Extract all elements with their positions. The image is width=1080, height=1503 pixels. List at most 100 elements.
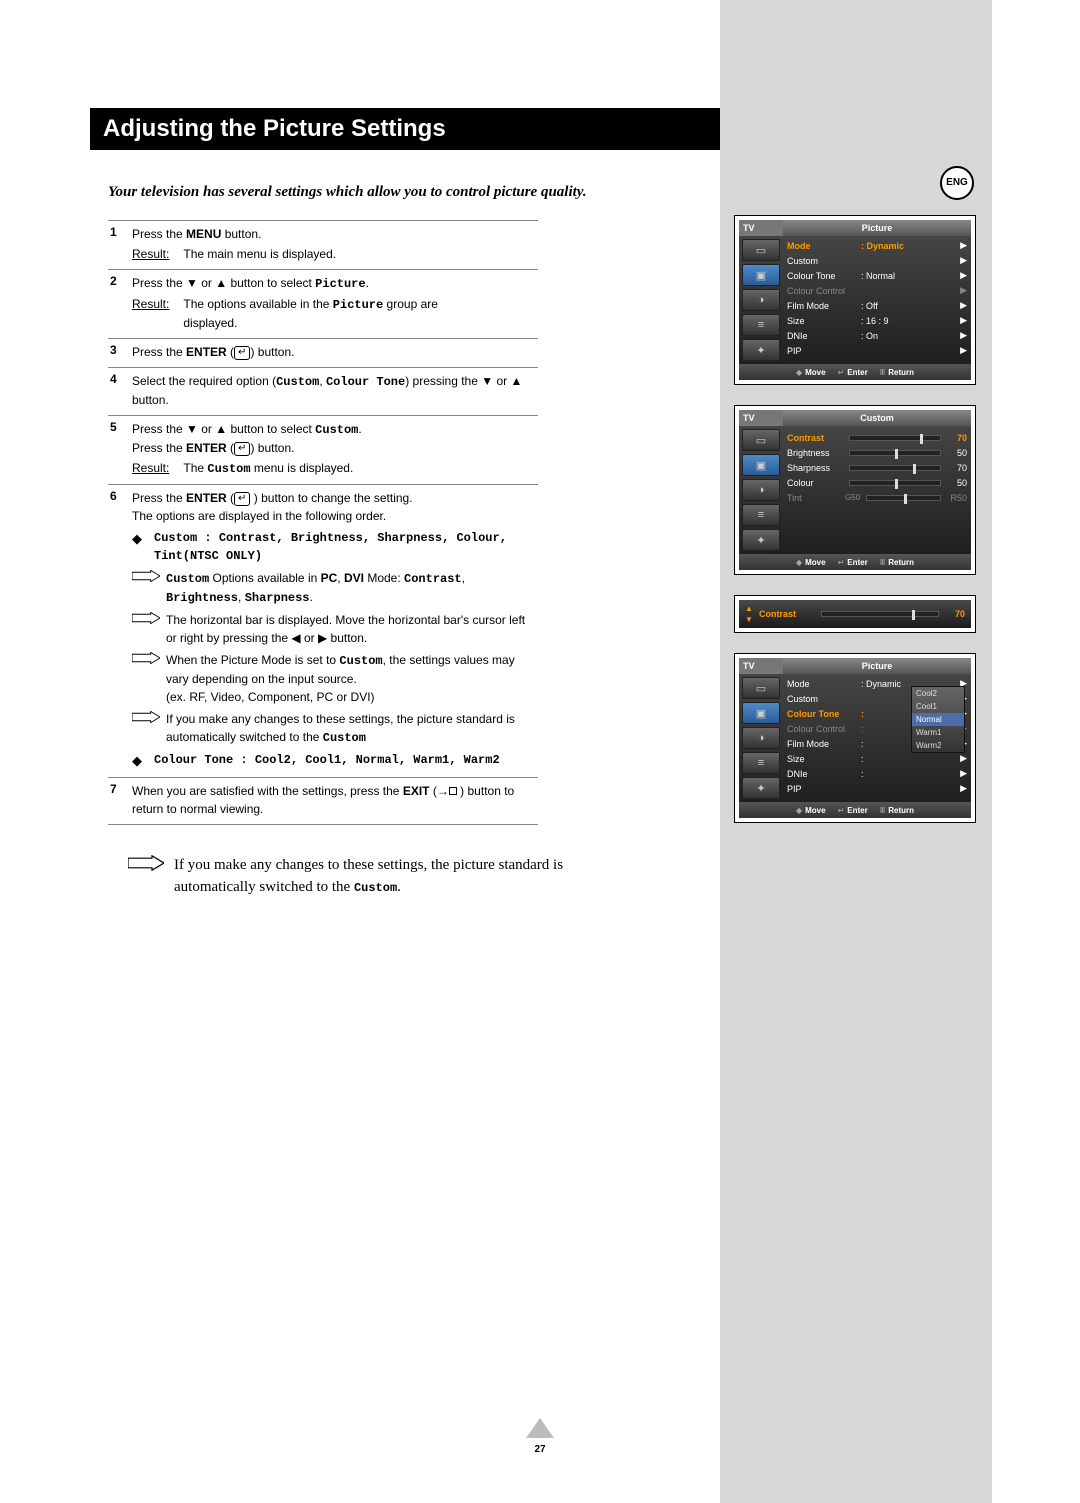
- osd-row: PIP▶: [787, 343, 967, 358]
- pointer-icon: [128, 855, 164, 871]
- page-number-triangle-icon: [526, 1418, 554, 1438]
- osd-picture-icon: ▣: [742, 264, 780, 286]
- osd-slider: Sharpness70: [787, 460, 967, 475]
- step-row: 1 Press the MENU button. Result:The main…: [108, 220, 538, 269]
- page-title: Adjusting the Picture Settings: [90, 108, 720, 150]
- step-number: 7: [108, 782, 132, 818]
- osd-row: Mode: Dynamic▶: [787, 238, 967, 253]
- osd-tv-label: TV: [739, 658, 783, 674]
- osd-slider: Brightness50: [787, 445, 967, 460]
- mini-slider-value: 70: [943, 609, 965, 619]
- osd-footer-enter: Enter: [838, 558, 868, 567]
- step-row: 2 Press the ▼ or ▲ button to select Pict…: [108, 269, 538, 338]
- osd-tv-label: TV: [739, 220, 783, 236]
- dropdown-option: Warm2: [912, 739, 964, 752]
- osd-row: Custom▶: [787, 253, 967, 268]
- pointer-icon: [132, 711, 160, 723]
- osd-input-icon: ▭: [742, 429, 780, 451]
- bullet-colour-tone: ◆ Colour Tone : Cool2, Cool1, Normal, Wa…: [132, 751, 538, 771]
- bullet-custom-options: ◆ Custom : Contrast, Brightness, Sharpne…: [132, 529, 538, 565]
- step-body: Select the required option (Custom, Colo…: [132, 372, 538, 409]
- intro-text: Your television has several settings whi…: [108, 182, 702, 202]
- page-number: 27: [534, 1444, 545, 1455]
- step-number: 4: [108, 372, 132, 409]
- steps-list: 1 Press the MENU button. Result:The main…: [108, 220, 538, 825]
- pointer-icon: [132, 652, 160, 664]
- osd-row: Colour Tone: Normal▶: [787, 268, 967, 283]
- osd-sound-icon: ◑: [742, 289, 780, 311]
- osd-footer-move: Move: [796, 806, 826, 815]
- osd-row: PIP▶: [787, 781, 967, 796]
- note-horizontal-bar: The horizontal bar is displayed. Move th…: [132, 611, 538, 647]
- step-row: 7 When you are satisfied with the settin…: [108, 777, 538, 825]
- osd-row: DNIe:▶: [787, 766, 967, 781]
- step-number: 2: [108, 274, 132, 332]
- osd-row: Size:▶: [787, 751, 967, 766]
- diamond-icon: ◆: [132, 529, 154, 565]
- step-body: Press the MENU button. Result:The main m…: [132, 225, 538, 263]
- osd-footer-move: Move: [796, 558, 826, 567]
- enter-icon: ↵: [234, 346, 250, 360]
- osd-setup-icon: ✦: [742, 339, 780, 361]
- osd-input-icon: ▭: [742, 239, 780, 261]
- osd-channel-icon: ≡: [742, 314, 780, 336]
- osd-picture-menu: TV Picture ▭ ▣ ◑ ≡ ✦ Mode: Dynamic▶Custo…: [734, 215, 976, 385]
- dropdown-option: Warm1: [912, 726, 964, 739]
- osd-tv-label: TV: [739, 410, 783, 426]
- right-decorative-bar: ENG TV Picture ▭ ▣ ◑ ≡ ✦ Mode: Dynamic▶: [720, 0, 992, 1503]
- step-body: Press the ▼ or ▲ button to select Pictur…: [132, 274, 538, 332]
- step-body: Press the ENTER (↵ ) button to change th…: [132, 489, 538, 771]
- osd-sound-icon: ◑: [742, 727, 780, 749]
- osd-row: Film Mode: Off▶: [787, 298, 967, 313]
- osd-footer-move: Move: [796, 368, 826, 377]
- osd-row: DNIe: On▶: [787, 328, 967, 343]
- osd-picture-dropdown: TV Picture ▭ ▣ ◑ ≡ ✦ Mode: Dynamic▶Custo…: [734, 653, 976, 823]
- step-number: 6: [108, 489, 132, 771]
- step-row: 6 Press the ENTER (↵ ) button to change …: [108, 484, 538, 777]
- diamond-icon: ◆: [132, 751, 154, 771]
- osd-picture-icon: ▣: [742, 454, 780, 476]
- osd-footer-enter: Enter: [838, 806, 868, 815]
- osd-title: Picture: [783, 220, 971, 236]
- step-row: 5 Press the ▼ or ▲ button to select Cust…: [108, 415, 538, 484]
- osd-mini-contrast: ▲ ▼ Contrast 70: [734, 595, 976, 633]
- page-footer: 27: [0, 1418, 1080, 1441]
- osd-setup-icon: ✦: [742, 529, 780, 551]
- pointer-icon: [132, 570, 160, 582]
- osd-picture-icon: ▣: [742, 702, 780, 724]
- dropdown-option: Cool1: [912, 700, 964, 713]
- osd-custom-menu: TV Custom ▭ ▣ ◑ ≡ ✦ Contrast70Brightness…: [734, 405, 976, 575]
- note-auto-custom: If you make any changes to these setting…: [132, 710, 538, 747]
- osd-screenshots: TV Picture ▭ ▣ ◑ ≡ ✦ Mode: Dynamic▶Custo…: [734, 215, 976, 843]
- pointer-icon: [132, 612, 160, 624]
- osd-title: Custom: [783, 410, 971, 426]
- language-badge: ENG: [940, 166, 974, 200]
- osd-row: Colour Control▶: [787, 283, 967, 298]
- step-row: 3 Press the ENTER (↵) button.: [108, 338, 538, 367]
- footer-note: If you make any changes to these setting…: [108, 855, 702, 899]
- step-number: 3: [108, 343, 132, 361]
- dropdown-option: Normal: [912, 713, 964, 726]
- dropdown-option: Cool2: [912, 687, 964, 700]
- osd-channel-icon: ≡: [742, 752, 780, 774]
- enter-icon: ↵: [234, 492, 250, 506]
- up-arrow-icon: ▲: [745, 604, 759, 613]
- osd-row: Size: 16 : 9▶: [787, 313, 967, 328]
- mini-slider-label: Contrast: [759, 609, 817, 619]
- osd-footer-enter: Enter: [838, 368, 868, 377]
- note-input-source: When the Picture Mode is set to Custom, …: [132, 651, 538, 706]
- step-row: 4 Select the required option (Custom, Co…: [108, 367, 538, 415]
- down-arrow-icon: ▼: [745, 615, 759, 624]
- step-body: Press the ENTER (↵) button.: [132, 343, 538, 361]
- main-content: Adjusting the Picture Settings Your tele…: [90, 108, 720, 906]
- note-pc-dvi: Custom Options available in PC, DVI Mode…: [132, 569, 538, 607]
- osd-setup-icon: ✦: [742, 777, 780, 799]
- step-body: Press the ▼ or ▲ button to select Custom…: [132, 420, 538, 478]
- osd-sound-icon: ◑: [742, 479, 780, 501]
- step-number: 5: [108, 420, 132, 478]
- osd-slider: Colour50: [787, 475, 967, 490]
- osd-input-icon: ▭: [742, 677, 780, 699]
- colour-tone-dropdown: Cool2Cool1NormalWarm1Warm2: [911, 686, 965, 753]
- osd-slider: TintG50R50: [787, 490, 967, 505]
- osd-footer-return: Return: [880, 806, 914, 815]
